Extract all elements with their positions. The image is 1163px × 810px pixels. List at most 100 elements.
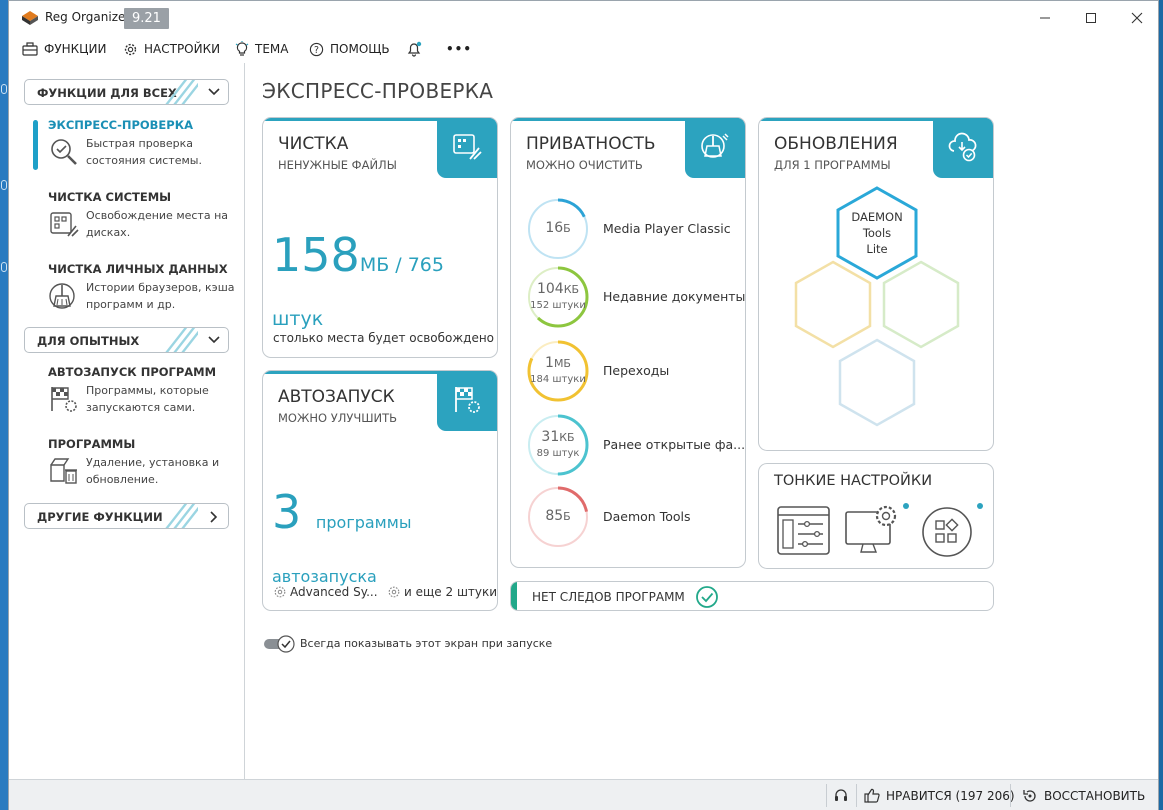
show-on-startup-toggle[interactable] <box>264 635 296 653</box>
group-header-label: ДЛЯ ОПЫТНЫХ <box>37 334 140 348</box>
title-bar[interactable]: Reg Organizer 9.21 <box>9 1 1158 35</box>
privacy-size-value: 16 <box>545 220 564 236</box>
privacy-size-unit: КБ <box>563 283 580 296</box>
card-subtitle: МОЖНО УЛУЧШИТЬ <box>278 411 398 425</box>
app-window: Reg Organizer 9.21 ФУНКЦИИ НАСТРОЙКИ ТЕМ… <box>8 0 1159 810</box>
privacy-item[interactable]: 1МБ 184 штуки Переходы <box>523 338 745 404</box>
no-traces-bar[interactable]: НЕТ СЛЕДОВ ПРОГРАММ <box>510 581 994 611</box>
privacy-item[interactable]: 16Б Media Player Classic <box>523 196 745 262</box>
menu-settings[interactable]: НАСТРОЙКИ <box>123 39 220 59</box>
cleanup-card[interactable]: ЧИСТКА НЕНУЖНЫЕ ФАЙЛЫ 158МБ / 765 штук с… <box>262 117 498 358</box>
sidebar-item-private-data-cleanup[interactable]: ЧИСТКА ЛИЧНЫХ ДАННЫХ Истории браузеров, … <box>33 262 238 322</box>
restore-button[interactable]: ВОССТАНОВИТЬ <box>1022 780 1145 810</box>
page-title: ЭКСПРЕСС-ПРОВЕРКА <box>262 79 494 103</box>
sidebar-item-autorun[interactable]: АВТОЗАПУСК ПРОГРАММ Программы, которые з… <box>33 365 238 425</box>
privacy-item[interactable]: 104КБ 152 штуки Недавние документы <box>523 264 746 330</box>
sidebar-item-title: ЭКСПРЕСС-ПРОВЕРКА <box>48 118 194 132</box>
card-subtitle: МОЖНО ОЧИСТИТЬ <box>526 158 643 172</box>
privacy-item[interactable]: 85Б Daemon Tools <box>523 484 745 550</box>
minimize-button[interactable] <box>1022 1 1068 35</box>
sidebar-item-desc: Истории браузеров, кэша программ и др. <box>86 281 235 311</box>
privacy-size: 31КБ <box>523 429 593 445</box>
program-name-line: Lite <box>866 242 888 256</box>
sidebar: ФУНКЦИИ ДЛЯ ВСЕХ ЭКСПРЕСС-ПРОВЕРКА Быстр… <box>9 63 245 779</box>
svg-text:?: ? <box>314 44 319 55</box>
chevron-down-icon <box>208 336 220 344</box>
maximize-button[interactable] <box>1068 1 1114 35</box>
privacy-count: 184 штуки <box>530 374 586 385</box>
card-badge <box>933 118 993 178</box>
menu-functions[interactable]: ФУНКЦИИ <box>22 39 106 59</box>
card-subtitle: НЕНУЖНЫЕ ФАЙЛЫ <box>278 158 397 172</box>
privacy-ring <box>527 266 589 328</box>
settings-panel-icon[interactable] <box>775 504 835 560</box>
sidebar-item-system-cleanup[interactable]: ЧИСТКА СИСТЕМЫ Освобождение места на дис… <box>33 190 238 250</box>
restore-icon <box>1023 789 1036 802</box>
cleanup-size-value: 158МБ / 765 штук <box>272 228 497 336</box>
divider <box>856 784 857 807</box>
sidebar-item-express-check[interactable]: ЭКСПРЕСС-ПРОВЕРКА Быстрая проверка состо… <box>33 118 238 178</box>
privacy-card[interactable]: ПРИВАТНОСТЬ МОЖНО ОЧИСТИТЬ 16Б Media Play… <box>510 117 746 568</box>
card-title: АВТОЗАПУСК <box>278 387 395 407</box>
divider <box>1010 784 1011 807</box>
privacy-item[interactable]: 31КБ 89 штук Ранее открытые фа... <box>523 412 746 478</box>
privacy-count: 89 штук <box>536 448 580 459</box>
thumbs-up-icon <box>864 788 880 803</box>
help-icon: ? <box>309 42 324 56</box>
menu-theme-label: ТЕМА <box>255 42 289 56</box>
program-name-line: DAEMON <box>851 210 903 224</box>
gear-icon <box>124 43 137 55</box>
autorun-more-link[interactable]: и еще 2 штуки <box>387 585 497 599</box>
broom-privacy-icon <box>701 133 729 158</box>
close-button[interactable] <box>1114 1 1160 35</box>
no-traces-label: НЕТ СЛЕДОВ ПРОГРАММ <box>532 590 685 604</box>
support-button[interactable] <box>833 780 849 810</box>
card-badge <box>437 371 497 431</box>
tweaks-card[interactable]: ТОНКИЕ НАСТРОЙКИ <box>758 463 994 569</box>
toolbox-icon <box>22 42 38 56</box>
card-title: ОБНОВЛЕНИЯ <box>774 134 898 154</box>
menu-help[interactable]: ? ПОМОЩЬ <box>309 39 390 59</box>
privacy-size-unit: Б <box>563 222 571 235</box>
privacy-ring <box>527 340 589 402</box>
group-header-label: ФУНКЦИИ ДЛЯ ВСЕХ <box>37 86 177 100</box>
decorative-stripes <box>162 504 198 528</box>
card-badge <box>685 118 745 178</box>
menu-settings-label: НАСТРОЙКИ <box>144 42 221 56</box>
privacy-item-name: Недавние документы <box>603 289 746 304</box>
group-header-all-functions[interactable]: ФУНКЦИИ ДЛЯ ВСЕХ <box>24 79 229 105</box>
toggle-switch-icon <box>264 635 295 653</box>
updates-card[interactable]: ОБНОВЛЕНИЯ ДЛЯ 1 ПРОГРАММЫ DAEMON Tools … <box>758 117 994 451</box>
update-program-name[interactable]: DAEMON Tools Lite <box>839 209 915 257</box>
menu-theme[interactable]: ТЕМА <box>235 39 288 59</box>
autorun-app-link[interactable]: Advanced Sy... <box>273 585 378 599</box>
desktop-icon <box>1 84 7 94</box>
group-header-advanced[interactable]: ДЛЯ ОПЫТНЫХ <box>24 327 229 353</box>
app-logo-icon <box>22 11 38 25</box>
program-name-line: Tools <box>862 226 892 240</box>
sidebar-item-programs[interactable]: ПРОГРАММЫ Удаление, установка и обновлен… <box>33 437 238 497</box>
apps-grid-icon[interactable] <box>919 502 989 560</box>
cleanup-footer: столько места будет освобождено <box>273 331 495 345</box>
monitor-gear-icon[interactable] <box>843 502 913 560</box>
privacy-size: 85Б <box>523 508 593 524</box>
box-trash-icon <box>50 458 77 484</box>
privacy-size-value: 85 <box>545 508 564 524</box>
chevron-right-icon <box>210 511 218 523</box>
notifications-button[interactable] <box>406 39 422 59</box>
race-flag-gear-icon <box>51 387 77 412</box>
privacy-size-value: 1 <box>545 355 554 371</box>
sidebar-item-title: ЧИСТКА ЛИЧНЫХ ДАННЫХ <box>48 262 228 276</box>
group-header-other-functions[interactable]: ДРУГИЕ ФУНКЦИИ <box>24 503 229 529</box>
privacy-item-name: Ранее открытые фа... <box>603 437 746 452</box>
desktop-background <box>0 0 8 810</box>
like-button[interactable]: НРАВИТСЯ (197 206) <box>864 780 1015 810</box>
privacy-size: 1МБ <box>523 355 593 371</box>
maximize-icon <box>1086 13 1096 23</box>
privacy-item-name: Media Player Classic <box>603 221 731 236</box>
autorun-card[interactable]: АВТОЗАПУСК МОЖНО УЛУЧШИТЬ 3 программы ав… <box>262 370 498 611</box>
sidebar-item-desc: Освобождение места на дисках. <box>86 209 229 239</box>
more-menu-button[interactable]: ••• <box>446 39 472 59</box>
autorun-count-number: 3 <box>272 485 302 539</box>
autorun-app-name: Advanced Sy... <box>290 585 378 599</box>
